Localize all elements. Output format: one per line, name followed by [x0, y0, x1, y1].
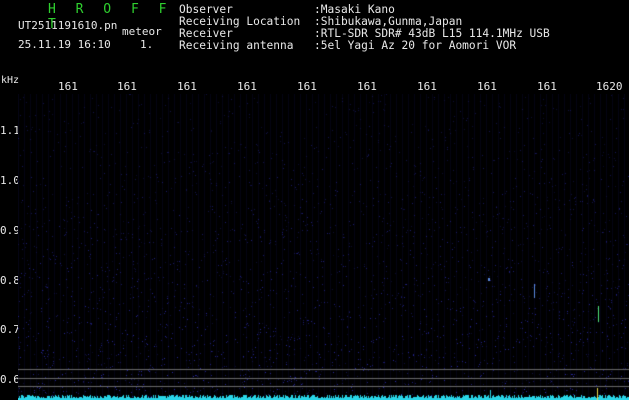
x-tick-label: 161 [58, 80, 78, 93]
meta-row-antenna: Receiving antenna :5el Yagi Az 20 for Aom… [179, 40, 550, 52]
frequency-unit-label: kHz [1, 75, 20, 86]
file-info-panel: H R O F F T UT2511191610.pn meteor 25.11… [0, 0, 175, 75]
x-tick-label: 161 [117, 80, 137, 93]
x-tick-label: 161 [477, 80, 497, 93]
mode-label: meteor [122, 25, 162, 38]
y-tick-label: 1.1 [0, 124, 20, 137]
x-tick-label: 161 [537, 80, 557, 93]
datetime-label: 25.11.19 16:10 [18, 38, 111, 51]
spectrogram-canvas [18, 94, 629, 400]
count-label: 1. [140, 38, 154, 51]
x-tick-label: 161 [177, 80, 197, 93]
y-tick-label: 0.7 [0, 323, 20, 336]
filename-label: UT2511191610.pn [18, 19, 118, 32]
x-tick-label: 161 [237, 80, 257, 93]
spectrogram-panel [18, 94, 629, 400]
x-tick-label: 1620 [596, 80, 623, 93]
meta-value: :5el Yagi Az 20 for Aomori VOR [314, 39, 517, 52]
y-tick-label: 0.8 [0, 274, 20, 287]
meta-label: Receiving antenna [179, 39, 294, 52]
y-tick-label: 0.6 [0, 373, 20, 386]
station-metadata: Observer:Masaki Kano Receiving Location:… [179, 4, 550, 52]
x-tick-label: 161 [297, 80, 317, 93]
x-tick-label: 161 [417, 80, 437, 93]
y-tick-label: 1.0 [0, 174, 20, 187]
y-tick-label: 0.9 [0, 224, 20, 237]
x-tick-label: 161 [357, 80, 377, 93]
